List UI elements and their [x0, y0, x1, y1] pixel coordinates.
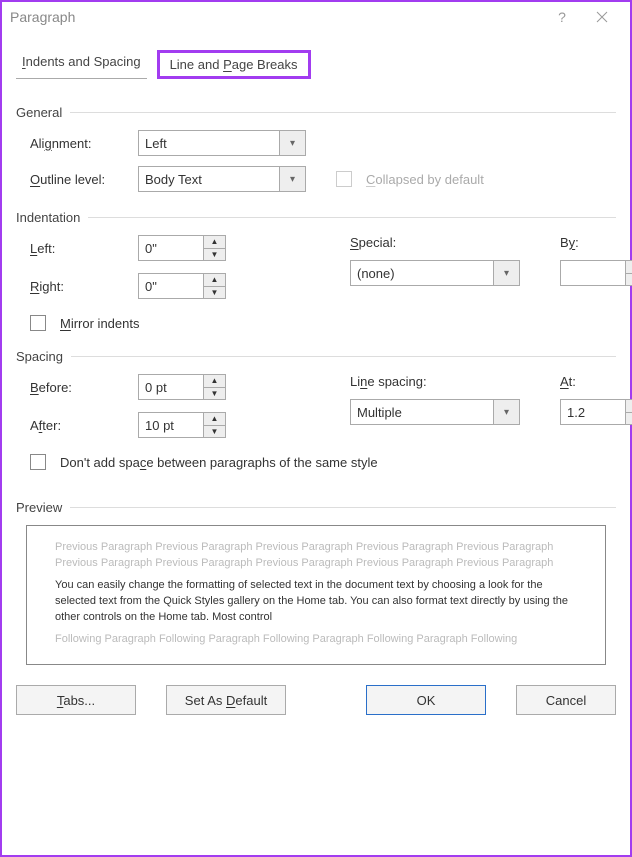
tab-line-page-breaks[interactable]: Line and Page Breaks: [157, 50, 311, 79]
preview-previous: Previous Paragraph Previous Paragraph Pr…: [55, 540, 577, 572]
spinner-up-icon[interactable]: ▲: [204, 236, 225, 248]
section-general: General: [16, 105, 616, 120]
spinner-down-icon[interactable]: ▼: [204, 248, 225, 261]
by-spinner[interactable]: ▲▼: [560, 260, 632, 286]
dialog-title: Paragraph: [10, 9, 542, 25]
cancel-button[interactable]: Cancel: [516, 685, 616, 715]
section-indentation: Indentation: [16, 210, 616, 225]
dont-add-space-checkbox[interactable]: [30, 454, 46, 470]
alignment-select[interactable]: Left ▾: [138, 130, 306, 156]
spinner-down-icon[interactable]: ▼: [204, 286, 225, 299]
preview-body: You can easily change the formatting of …: [55, 578, 577, 626]
indent-left-label: Left:: [30, 241, 130, 256]
at-label: At:: [560, 374, 632, 389]
spinner-down-icon[interactable]: ▼: [204, 387, 225, 400]
preview-following: Following Paragraph Following Paragraph …: [55, 632, 577, 648]
spinner-up-icon[interactable]: ▲: [626, 261, 632, 273]
after-spinner[interactable]: 10 pt ▲▼: [138, 412, 226, 438]
chevron-down-icon[interactable]: ▾: [279, 131, 305, 155]
spinner-down-icon[interactable]: ▼: [626, 273, 632, 286]
before-label: Before:: [30, 380, 130, 395]
tab-bar: Indents and Spacing Line and Page Breaks: [2, 32, 630, 79]
collapsed-label: Collapsed by default: [366, 172, 484, 187]
chevron-down-icon[interactable]: ▾: [493, 261, 519, 285]
spinner-up-icon[interactable]: ▲: [204, 413, 225, 425]
tab-indents-spacing[interactable]: Indents and Spacing: [16, 50, 147, 79]
mirror-indents-checkbox[interactable]: [30, 315, 46, 331]
section-spacing: Spacing: [16, 349, 616, 364]
outline-level-select[interactable]: Body Text ▾: [138, 166, 306, 192]
at-spinner[interactable]: 1.2 ▲▼: [560, 399, 632, 425]
special-label: Special:: [350, 235, 530, 250]
ok-button[interactable]: OK: [366, 685, 486, 715]
tabs-button[interactable]: Tabs...: [16, 685, 136, 715]
help-button[interactable]: ?: [542, 2, 582, 32]
after-label: After:: [30, 418, 130, 433]
section-preview: Preview: [16, 500, 616, 515]
indent-right-label: Right:: [30, 279, 130, 294]
line-spacing-select[interactable]: Multiple ▾: [350, 399, 520, 425]
button-bar: Tabs... Set As Default OK Cancel: [2, 665, 630, 729]
indent-right-spinner[interactable]: 0" ▲▼: [138, 273, 226, 299]
titlebar: Paragraph ?: [2, 2, 630, 32]
preview-box: Previous Paragraph Previous Paragraph Pr…: [26, 525, 606, 665]
spinner-up-icon[interactable]: ▲: [204, 274, 225, 286]
line-spacing-label: Line spacing:: [350, 374, 530, 389]
collapsed-checkbox: [336, 171, 352, 187]
spinner-up-icon[interactable]: ▲: [204, 375, 225, 387]
outline-level-label: Outline level:: [30, 172, 130, 187]
spinner-down-icon[interactable]: ▼: [626, 412, 632, 425]
spinner-down-icon[interactable]: ▼: [204, 425, 225, 438]
chevron-down-icon[interactable]: ▾: [493, 400, 519, 424]
dont-add-space-label: Don't add space between paragraphs of th…: [60, 455, 378, 470]
special-select[interactable]: (none) ▾: [350, 260, 520, 286]
chevron-down-icon[interactable]: ▾: [279, 167, 305, 191]
alignment-label: Alignment:: [30, 136, 130, 151]
before-spinner[interactable]: 0 pt ▲▼: [138, 374, 226, 400]
by-label: By:: [560, 235, 632, 250]
set-default-button[interactable]: Set As Default: [166, 685, 286, 715]
mirror-indents-label: Mirror indents: [60, 316, 139, 331]
close-button[interactable]: [582, 2, 622, 32]
spinner-up-icon[interactable]: ▲: [626, 400, 632, 412]
indent-left-spinner[interactable]: 0" ▲▼: [138, 235, 226, 261]
